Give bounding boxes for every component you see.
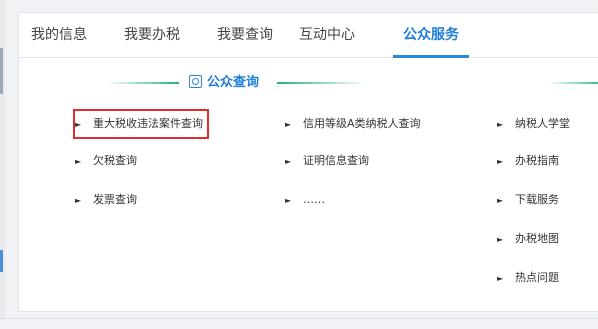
top-tab-bar: 我的信息 我要办税 我要查询 互动中心 公众服务	[19, 13, 598, 58]
triangle-bullet-icon: ►	[497, 196, 504, 205]
tab-my-info[interactable]: 我的信息	[31, 13, 87, 57]
bottom-edge-strip	[0, 318, 598, 329]
section-heading: 公众查询	[19, 71, 598, 95]
tab-query[interactable]: 我要查询	[217, 13, 273, 57]
triangle-bullet-icon: ►	[497, 157, 504, 166]
heading-divider-left	[107, 82, 179, 84]
next-section-divider	[547, 82, 598, 84]
triangle-bullet-icon: ►	[497, 274, 504, 283]
left-edge-strip	[0, 0, 5, 328]
triangle-bullet-icon: ►	[285, 196, 292, 205]
triangle-bullet-icon: ►	[497, 120, 504, 129]
left-edge-marker	[0, 48, 3, 94]
left-edge-marker-blue	[0, 250, 3, 272]
document-icon	[189, 75, 202, 88]
heading-divider-right	[277, 82, 367, 84]
tab-public-services[interactable]: 公众服务	[393, 13, 469, 58]
tab-tax-handling[interactable]: 我要办税	[124, 13, 180, 57]
triangle-bullet-icon: ►	[75, 196, 82, 205]
services-panel: 我的信息 我要办税 我要查询 互动中心 公众服务 公众查询 ► 重大税收违法案件…	[18, 12, 598, 312]
triangle-bullet-icon: ►	[285, 120, 292, 129]
triangle-bullet-icon: ►	[497, 235, 504, 244]
triangle-bullet-icon: ►	[285, 157, 292, 166]
triangle-bullet-icon: ►	[75, 157, 82, 166]
section-title: 公众查询	[207, 75, 260, 90]
triangle-bullet-icon: ►	[75, 120, 82, 129]
tab-interaction-center[interactable]: 互动中心	[299, 13, 355, 57]
